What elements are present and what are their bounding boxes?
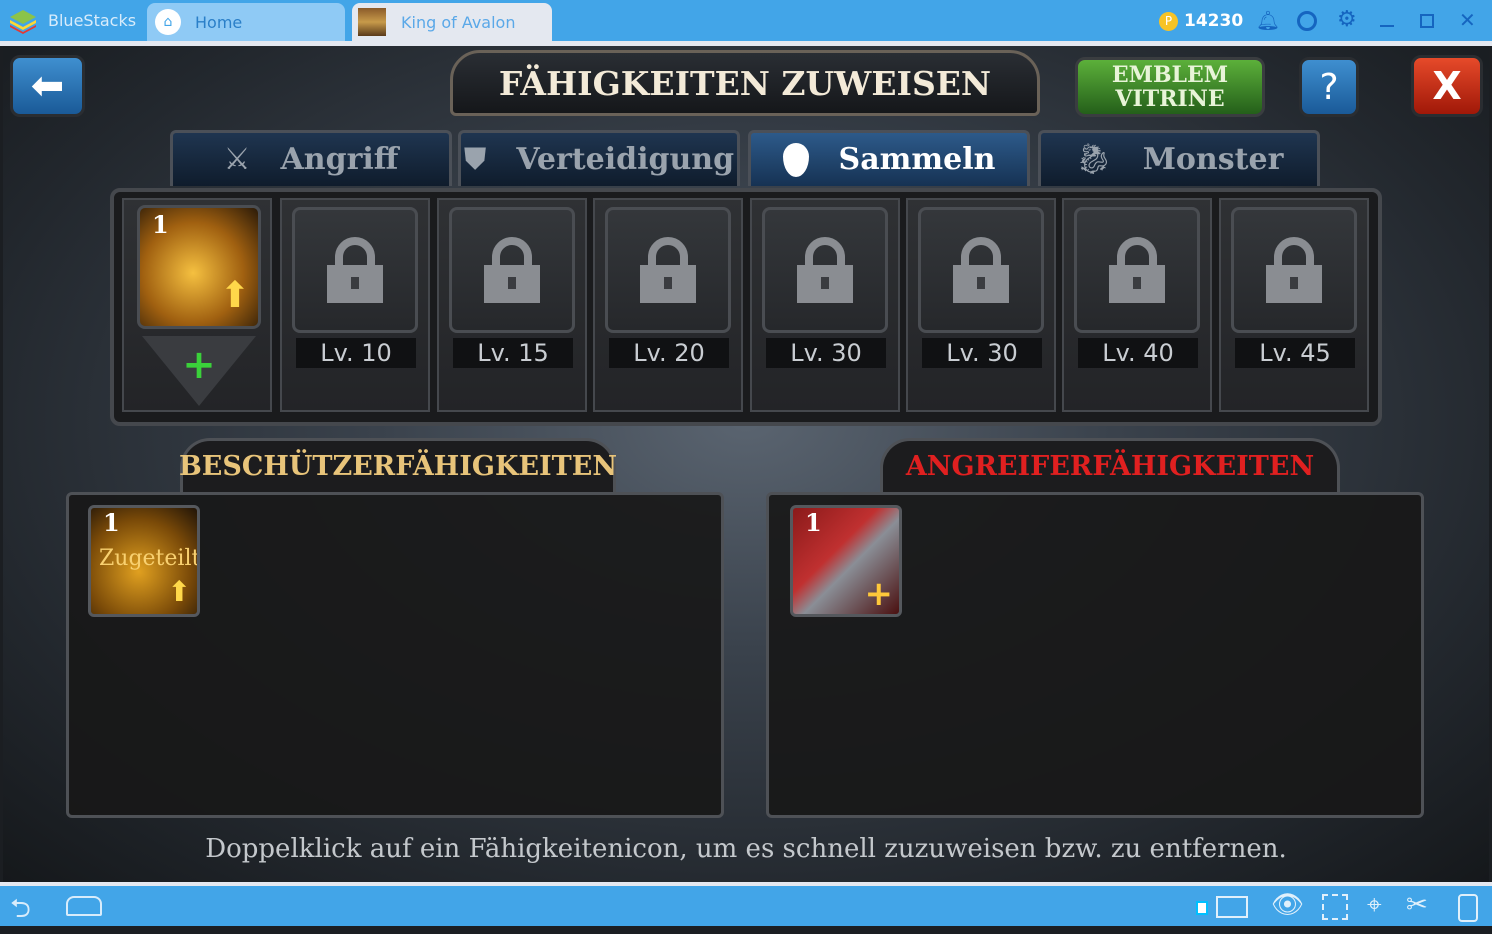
tab-sammeln[interactable]: Sammeln — [748, 130, 1030, 186]
title-banner: FÄHIGKEITEN ZUWEISEN — [450, 50, 1040, 116]
lock-box — [762, 207, 888, 333]
unlock-level: Lv. 15 — [453, 338, 573, 368]
scissors-icon[interactable]: ✂ — [1406, 890, 1428, 920]
skill-count: 1 — [103, 508, 120, 537]
locked-skill-slot[interactable]: Lv. 20 — [593, 198, 743, 412]
map-pin-icon — [782, 142, 809, 177]
lock-icon — [953, 237, 1009, 303]
tab-label: Verteidigung — [516, 142, 735, 177]
lock-icon — [640, 237, 696, 303]
fullscreen-icon[interactable] — [1322, 894, 1348, 920]
assigned-label: Zugeteilt — [99, 546, 200, 571]
back-button[interactable]: ⬅ — [10, 55, 85, 117]
locked-skill-slot[interactable]: Lv. 10 — [280, 198, 430, 412]
game-view: ⬅ FÄHIGKEITEN ZUWEISEN EMBLEM VITRINE ? … — [3, 46, 1489, 882]
lock-box — [1231, 207, 1357, 333]
dragon-icon: 🐉︎ — [1074, 142, 1113, 177]
tab-label: Angriff — [280, 142, 399, 177]
arrow-up-icon: ⬆ — [219, 275, 250, 316]
unlock-level: Lv. 20 — [609, 338, 729, 368]
tab-label: Sammeln — [838, 142, 996, 177]
add-skill-button[interactable]: + — [142, 336, 256, 406]
home-nav-icon[interactable] — [66, 896, 102, 916]
gear-icon[interactable]: ⚙ — [1337, 7, 1357, 32]
defender-skills-header: BESCHÜTZERFÄHIGKEITEN — [178, 438, 618, 492]
arrow-left-icon: ⬅ — [30, 63, 65, 109]
tab-home[interactable]: ⌂ Home — [147, 3, 345, 41]
minimize-icon[interactable] — [1380, 25, 1394, 27]
section-title: BESCHÜTZERFÄHIGKEITEN — [178, 451, 618, 482]
hint-text: Doppelklick auf ein Fähigkeitenicon, um … — [205, 834, 1287, 864]
plus-icon: + — [864, 574, 894, 614]
bluestacks-logo-icon — [8, 8, 38, 34]
lock-box — [449, 207, 575, 333]
lock-icon — [327, 237, 383, 303]
crossed-swords-icon: ⚔ — [223, 142, 251, 177]
close-button[interactable]: X — [1411, 55, 1483, 117]
unlock-level: Lv. 10 — [296, 338, 416, 368]
tab-label: Home — [195, 12, 243, 32]
coin-icon: P — [1159, 12, 1178, 31]
help-button[interactable]: ? — [1299, 57, 1359, 117]
lock-icon — [1266, 237, 1322, 303]
plus-icon: + — [182, 342, 216, 388]
tab-monster[interactable]: 🐉︎ Monster — [1038, 130, 1320, 186]
section-title: ANGREIFERFÄHIGKEITEN — [905, 451, 1315, 482]
page-title: FÄHIGKEITEN ZUWEISEN — [498, 63, 992, 103]
button-label: EMBLEM — [1111, 62, 1229, 88]
unlock-level: Lv. 30 — [766, 338, 886, 368]
knights-skill-icon[interactable]: 1 + — [790, 505, 902, 617]
tab-verteidigung[interactable]: ⛊ Verteidigung — [458, 130, 740, 186]
lock-icon — [1109, 237, 1165, 303]
keyboard-icon[interactable] — [1216, 896, 1248, 918]
lock-icon — [484, 237, 540, 303]
game-thumbnail-icon — [358, 8, 386, 36]
emblem-vitrine-button[interactable]: EMBLEM VITRINE — [1075, 57, 1265, 117]
skill-count: 1 — [152, 210, 169, 239]
assigned-gather-skill-icon[interactable]: 1 Zugeteilt ⬆ — [88, 505, 200, 617]
maximize-icon[interactable] — [1420, 14, 1434, 28]
locked-skill-slot[interactable]: Lv. 40 — [1062, 198, 1212, 412]
account-icon[interactable] — [1297, 11, 1317, 31]
gather-skill-icon[interactable]: 1 ⬆ — [137, 205, 261, 329]
arrow-up-icon: ⬆ — [167, 575, 191, 608]
defender-skills-panel: 1 Zugeteilt ⬆ — [66, 492, 724, 818]
tab-label: King of Avalon — [401, 12, 516, 32]
title-bar: BlueStacks ⌂ Home King of Avalon P 14230… — [0, 0, 1492, 41]
skill-count: 1 — [805, 508, 822, 537]
lock-box — [292, 207, 418, 333]
tab-king-of-avalon[interactable]: King of Avalon — [352, 3, 552, 41]
rotate-phone-icon[interactable] — [1458, 894, 1478, 922]
location-icon[interactable]: ⌖ — [1367, 890, 1382, 921]
lock-box — [605, 207, 731, 333]
eye-icon[interactable]: 👁︎ — [1271, 890, 1304, 920]
tab-label: Monster — [1142, 142, 1284, 177]
attacker-skills-panel: 1 + — [766, 492, 1424, 818]
shield-icon: ⛊ — [463, 142, 487, 177]
bottom-toolbar: ⮌ 👁︎ ⌖ ✂ — [0, 882, 1492, 926]
back-nav-icon[interactable]: ⮌ — [10, 890, 31, 934]
skill-slot-1[interactable]: 1 ⬆ + — [122, 198, 272, 412]
close-window-icon[interactable]: ✕ — [1459, 8, 1476, 32]
locked-skill-slot[interactable]: Lv. 30 — [750, 198, 900, 412]
home-icon: ⌂ — [155, 9, 181, 35]
tab-angriff[interactable]: ⚔ Angriff — [170, 130, 452, 186]
attacker-skills-header: ANGREIFERFÄHIGKEITEN — [880, 438, 1340, 492]
lock-icon — [797, 237, 853, 303]
lock-box — [918, 207, 1044, 333]
locked-skill-slot[interactable]: Lv. 30 — [906, 198, 1056, 412]
unlock-level: Lv. 40 — [1078, 338, 1198, 368]
app-name: BlueStacks — [48, 11, 137, 30]
coin-count[interactable]: 14230 — [1184, 11, 1243, 31]
locked-skill-slot[interactable]: Lv. 15 — [437, 198, 587, 412]
unlock-level: Lv. 45 — [1235, 338, 1355, 368]
indicator-icon — [1196, 901, 1208, 915]
lock-box — [1074, 207, 1200, 333]
locked-skill-slot[interactable]: Lv. 45 — [1219, 198, 1369, 412]
button-label: VITRINE — [1115, 86, 1225, 112]
bell-icon[interactable]: 🔔︎ — [1256, 9, 1280, 32]
unlock-level: Lv. 30 — [922, 338, 1042, 368]
